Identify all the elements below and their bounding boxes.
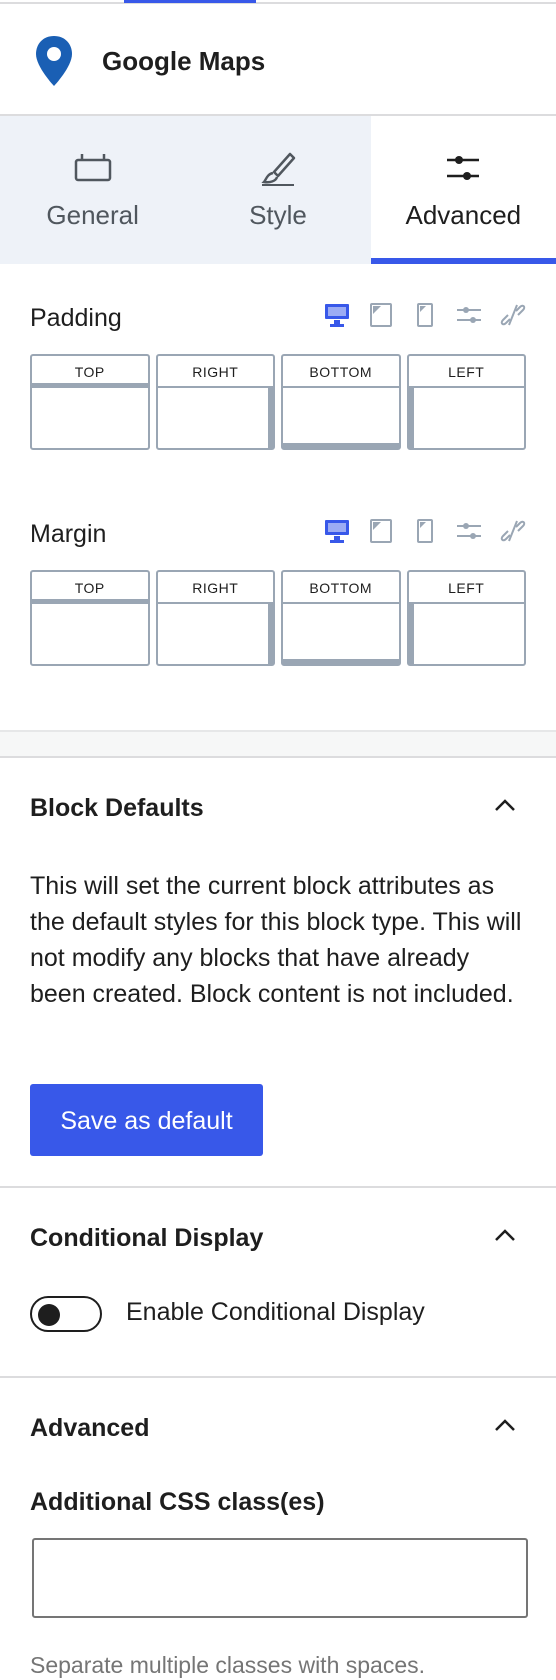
save-as-default-button[interactable]: Save as default bbox=[30, 1084, 263, 1156]
toggle-knob bbox=[38, 1304, 60, 1326]
margin-right-input[interactable]: RIGHT bbox=[155, 570, 275, 666]
css-classes-help: Separate multiple classes with spaces. bbox=[30, 1652, 426, 1678]
padding-top-input[interactable]: TOP bbox=[30, 354, 150, 450]
tablet-icon[interactable] bbox=[368, 302, 394, 328]
padding-top-label: TOP bbox=[32, 356, 148, 388]
unlink-icon[interactable] bbox=[500, 302, 526, 328]
tablet-icon[interactable] bbox=[368, 518, 394, 544]
units-icon[interactable] bbox=[456, 518, 482, 544]
advanced-panel: Advanced bbox=[0, 1378, 556, 1680]
tab-general[interactable]: General bbox=[0, 116, 185, 264]
padding-right-input[interactable]: RIGHT bbox=[155, 354, 275, 450]
chevron-up-icon[interactable] bbox=[494, 1228, 516, 1242]
margin-label: Margin bbox=[30, 520, 107, 548]
padding-right-label: RIGHT bbox=[157, 356, 273, 388]
block-title: Google Maps bbox=[102, 46, 266, 76]
margin-left-label: LEFT bbox=[408, 572, 524, 604]
sliders-icon bbox=[447, 156, 480, 180]
margin-device-switcher bbox=[324, 518, 526, 544]
block-header: Google Maps bbox=[0, 4, 556, 116]
margin-left-input[interactable]: LEFT bbox=[406, 570, 526, 666]
top-accent-line bbox=[124, 0, 256, 3]
unlink-icon[interactable] bbox=[500, 518, 526, 544]
advanced-title[interactable]: Advanced bbox=[30, 1414, 149, 1443]
desktop-icon[interactable] bbox=[324, 302, 350, 328]
conditional-display-title[interactable]: Conditional Display bbox=[30, 1224, 263, 1253]
margin-bottom-label: BOTTOM bbox=[283, 572, 399, 604]
mobile-icon[interactable] bbox=[412, 518, 438, 544]
map-pin-icon bbox=[36, 36, 72, 86]
padding-bottom-input[interactable]: BOTTOM bbox=[281, 354, 401, 450]
margin-bottom-input[interactable]: BOTTOM bbox=[281, 570, 401, 666]
block-defaults-description: This will set the current block attribut… bbox=[30, 872, 522, 1008]
padding-left-input[interactable]: LEFT bbox=[406, 354, 526, 450]
chevron-up-icon[interactable] bbox=[494, 1418, 516, 1432]
block-defaults-title[interactable]: Block Defaults bbox=[30, 794, 204, 823]
css-classes-input[interactable] bbox=[32, 1538, 528, 1618]
padding-label: Padding bbox=[30, 304, 122, 332]
mobile-icon[interactable] bbox=[412, 302, 438, 328]
padding-control: Padding TOP RIGHT BOTTOM LEFT bbox=[30, 302, 526, 450]
padding-bottom-label: BOTTOM bbox=[283, 356, 399, 388]
padding-device-switcher bbox=[324, 302, 526, 328]
tab-style-label: Style bbox=[249, 200, 307, 230]
conditional-display-toggle-label[interactable]: Enable Conditional Display bbox=[126, 1298, 425, 1327]
desktop-icon[interactable] bbox=[324, 518, 350, 544]
css-classes-label: Additional CSS class(es) bbox=[30, 1488, 325, 1516]
conditional-display-panel: Conditional Display bbox=[0, 1188, 556, 1378]
tab-advanced[interactable]: Advanced bbox=[370, 116, 556, 264]
units-icon[interactable] bbox=[456, 302, 482, 328]
chevron-up-icon[interactable] bbox=[494, 798, 516, 812]
margin-control: Margin TOP RIGHT BOTTOM LEFT bbox=[30, 518, 526, 666]
margin-right-label: RIGHT bbox=[157, 572, 273, 604]
section-divider bbox=[0, 730, 556, 758]
tab-advanced-label: Advanced bbox=[405, 200, 522, 230]
tab-general-label: General bbox=[46, 200, 139, 230]
margin-top-label: TOP bbox=[32, 572, 148, 604]
conditional-display-toggle[interactable] bbox=[30, 1296, 102, 1332]
margin-top-input[interactable]: TOP bbox=[30, 570, 150, 666]
tab-style[interactable]: Style bbox=[185, 116, 370, 264]
general-icon bbox=[74, 154, 111, 182]
brush-icon bbox=[261, 152, 296, 186]
padding-left-label: LEFT bbox=[408, 356, 524, 388]
tab-bar: General Style Advanced bbox=[0, 116, 556, 264]
